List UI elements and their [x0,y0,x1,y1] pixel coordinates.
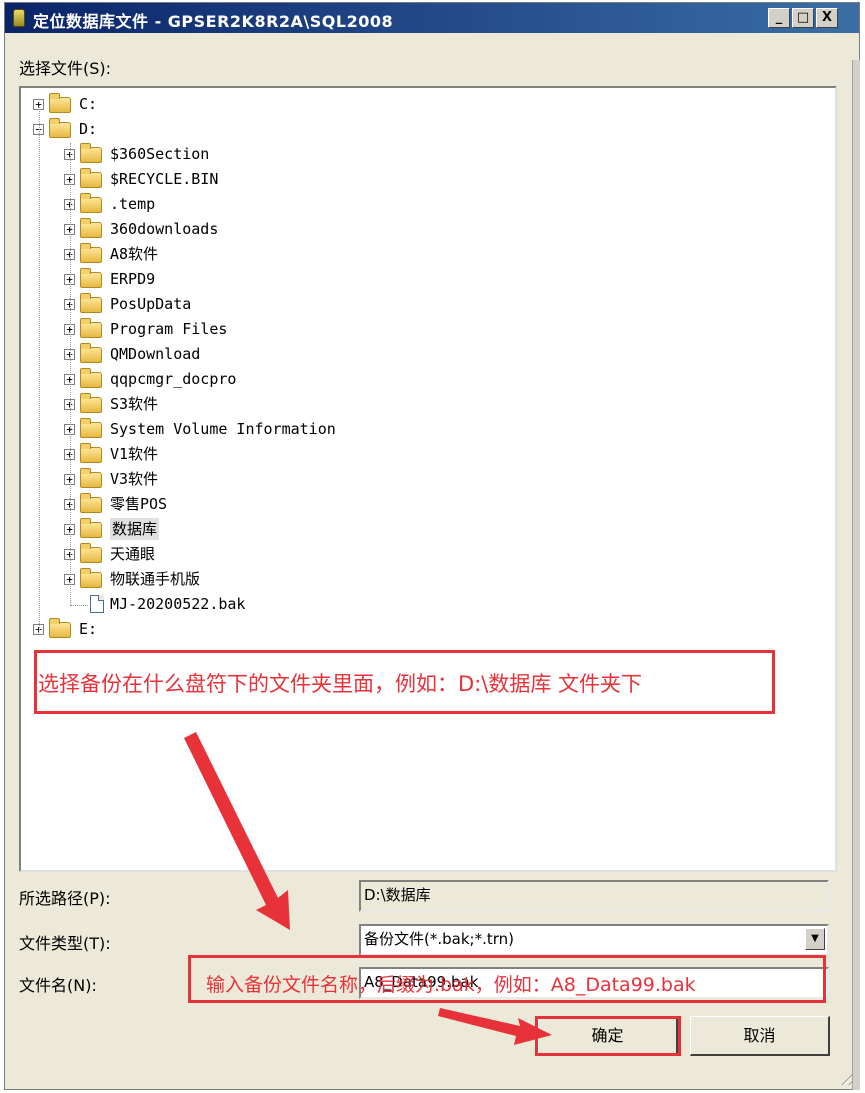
annotation-arrows [184,732,552,1045]
arrow-to-filename-icon [184,732,290,930]
ok-highlight-box [535,1016,681,1056]
filename-hint-text: 输入备份文件名称，后缀为.bak，例如：A8_Data99.bak [206,974,696,996]
